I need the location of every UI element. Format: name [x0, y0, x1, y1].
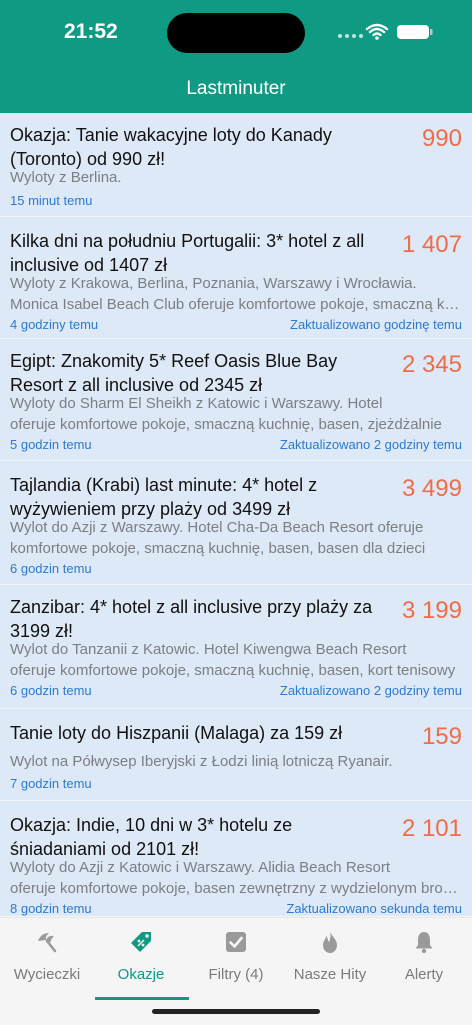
- deal-description: Wylot do Tanzanii z Katowic. Hotel Kiwen…: [10, 639, 462, 681]
- deal-updated: Zaktualizowano godzinę temu: [290, 317, 462, 332]
- deal-description: Wyloty z Berlina.: [10, 167, 462, 188]
- deal-description-line: Wyloty do Sharm El Sheikh z Katowic i Wa…: [10, 395, 383, 412]
- deal-description: Wylot do Azji z Warszawy. Hotel Cha-Da B…: [10, 517, 462, 559]
- deal-price: 2 101: [401, 815, 462, 842]
- deal-item[interactable]: Tajlandia (Krabi) last minute: 4* hotel …: [0, 461, 472, 585]
- deal-updated: Zaktualizowano 2 godziny temu: [279, 683, 462, 698]
- tab-filtry[interactable]: Filtry (4): [189, 918, 283, 998]
- flame-icon: [323, 931, 337, 953]
- deal-item[interactable]: Zanzibar: 4* hotel z all inclusive przy …: [0, 585, 472, 709]
- deal-item[interactable]: Okazja: Indie, 10 dni w 3* hotelu ze śni…: [0, 801, 472, 917]
- deal-description: Wyloty do Sharm El Sheikh z Katowic i Wa…: [10, 393, 462, 435]
- tab-label: Filtry (4): [208, 966, 264, 983]
- deal-price: 990: [421, 125, 462, 152]
- deal-description-line: Wyloty z Krakowa, Berlina, Poznania, War…: [10, 275, 417, 292]
- app-title: Lastminuter: [186, 78, 286, 99]
- deal-updated: Zaktualizowano 2 godziny temu: [279, 437, 462, 452]
- beach-umbrella-icon: [38, 933, 57, 953]
- deal-description-line: oferuje komfortowe pokoje, smaczną kuchn…: [10, 416, 442, 433]
- tab-label: Nasze Hity: [293, 966, 367, 983]
- tab-alerty[interactable]: Alerty: [377, 918, 471, 998]
- signal-icon: [338, 34, 363, 38]
- dynamic-island: [167, 13, 305, 53]
- tab-label: Alerty: [404, 966, 444, 983]
- deal-price: 3 199: [401, 597, 462, 624]
- active-tab-indicator: [95, 997, 189, 1000]
- deal-title: Kilka dni na południu Portugalii: 3* hot…: [10, 231, 365, 275]
- deal-time: 5 godzin temu: [10, 437, 92, 452]
- deal-description-line: Monica Isabel Beach Club oferuje komfort…: [10, 296, 462, 313]
- deal-time: 7 godzin temu: [10, 776, 92, 791]
- deal-time: 6 godzin temu: [10, 561, 92, 576]
- deal-price: 159: [421, 723, 462, 750]
- deal-item[interactable]: Egipt: Znakomity 5* Reef Oasis Blue Bay …: [0, 339, 472, 461]
- tab-label: Okazje: [117, 966, 165, 983]
- status-icons: [338, 23, 433, 40]
- deal-price: 2 345: [401, 351, 462, 378]
- deal-description-line: komfortowe pokoje, smaczną kuchnię, base…: [10, 540, 426, 557]
- deal-title: Okazja: Tanie wakacyjne loty do Kanady (…: [10, 125, 332, 169]
- status-time: 21:52: [64, 20, 118, 43]
- deal-title: Tanie loty do Hiszpanii (Malaga) za 159 …: [10, 723, 343, 743]
- deals-list[interactable]: Okazja: Tanie wakacyjne loty do Kanady (…: [0, 113, 472, 917]
- deal-title: Okazja: Indie, 10 dni w 3* hotelu ze śni…: [10, 815, 293, 859]
- deal-description-line: Wylot na Półwysep Iberyjski z Łodzi lini…: [10, 753, 393, 770]
- deal-item[interactable]: Kilka dni na południu Portugalii: 3* hot…: [0, 217, 472, 339]
- deal-description-line: oferuje komfortowe pokoje, basen zewnętr…: [10, 880, 462, 897]
- deal-time: 4 godziny temu: [10, 317, 99, 332]
- deal-item[interactable]: Tanie loty do Hiszpanii (Malaga) za 159 …: [0, 709, 472, 801]
- deal-title: Tajlandia (Krabi) last minute: 4* hotel …: [10, 475, 318, 519]
- deal-description-line: Wylot do Azji z Warszawy. Hotel Cha-Da B…: [10, 519, 424, 536]
- deal-description: Wyloty do Azji z Katowic i Warszawy. Ali…: [10, 857, 462, 899]
- bell-icon: [415, 932, 433, 954]
- deal-item[interactable]: Okazja: Tanie wakacyjne loty do Kanady (…: [0, 113, 472, 217]
- discount-tag-icon: [131, 932, 151, 952]
- wifi-icon: [365, 23, 389, 37]
- battery-icon: [397, 25, 433, 39]
- deal-description-line: Wylot do Tanzanii z Katowic. Hotel Kiwen…: [10, 641, 407, 658]
- tab-nasze-hity[interactable]: Nasze Hity: [283, 918, 377, 998]
- tab-label: Wycieczki: [13, 966, 81, 983]
- tab-wycieczki[interactable]: Wycieczki: [0, 918, 94, 998]
- deal-time: 15 minut temu: [10, 193, 93, 208]
- deal-title: Zanzibar: 4* hotel z all inclusive przy …: [10, 597, 373, 641]
- app-header: 21:52 Lastminuter: [0, 0, 472, 113]
- deal-updated: Zaktualizowano sekunda temu: [286, 901, 462, 916]
- home-indicator[interactable]: [152, 1009, 320, 1014]
- deal-description-line: Wyloty do Azji z Katowic i Warszawy. Ali…: [10, 859, 390, 876]
- checkbox-icon: [226, 932, 246, 952]
- deal-description-line: oferuje komfortowe pokoje, smaczną kuchn…: [10, 662, 456, 679]
- deal-description: Wyloty z Krakowa, Berlina, Poznania, War…: [10, 273, 462, 315]
- deal-price: 1 407: [401, 231, 462, 258]
- deal-price: 3 499: [401, 475, 462, 502]
- deal-title: Egipt: Znakomity 5* Reef Oasis Blue Bay …: [10, 351, 338, 395]
- deal-description: Wylot na Półwysep Iberyjski z Łodzi lini…: [10, 751, 462, 772]
- tab-okazje[interactable]: Okazje: [94, 918, 188, 998]
- deal-time: 8 godzin temu: [10, 901, 92, 916]
- deal-description-line: Wyloty z Berlina.: [10, 169, 122, 186]
- deal-time: 6 godzin temu: [10, 683, 92, 698]
